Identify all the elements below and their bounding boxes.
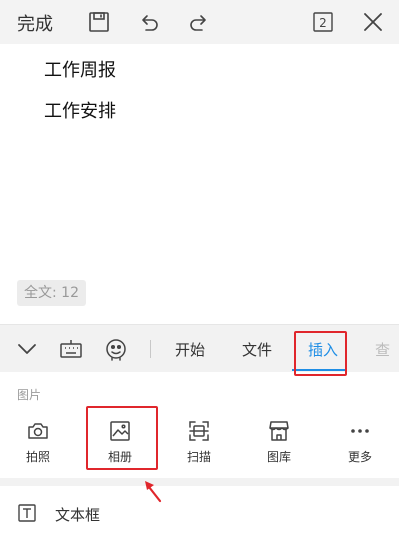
camera-icon <box>28 423 48 439</box>
toolbar-separator <box>150 340 151 358</box>
insert-camera-label: 拍照 <box>25 450 50 464</box>
insert-more-label: 更多 <box>347 450 372 464</box>
save-icon[interactable] <box>86 9 112 35</box>
insert-gallery-label: 图库 <box>266 450 291 464</box>
tab-review[interactable]: 查 <box>375 339 390 360</box>
top-bar: 完成 2 <box>0 0 399 44</box>
insert-more-button[interactable]: 更多 <box>330 416 390 466</box>
tab-file[interactable]: 文件 <box>242 339 272 360</box>
redo-icon[interactable] <box>186 9 212 35</box>
more-icon <box>351 429 369 433</box>
page-count-button[interactable]: 2 <box>310 9 336 35</box>
tab-start[interactable]: 开始 <box>175 339 205 360</box>
document-line-1[interactable]: 工作周报 <box>44 56 116 82</box>
close-icon[interactable] <box>360 9 386 35</box>
undo-icon[interactable] <box>136 9 162 35</box>
insert-camera-button[interactable]: 拍照 <box>8 416 68 466</box>
store-icon <box>269 421 289 441</box>
keyboard-icon[interactable] <box>58 336 84 362</box>
text-box-icon <box>17 503 37 523</box>
done-button[interactable]: 完成 <box>17 10 53 36</box>
panel-divider <box>0 478 399 486</box>
scan-icon <box>189 421 209 441</box>
text-box-label: 文本框 <box>55 506 101 524</box>
insert-gallery-button[interactable]: 图库 <box>249 416 309 466</box>
insert-scan-button[interactable]: 扫描 <box>169 416 229 466</box>
page-count-text: 2 <box>319 16 327 30</box>
word-count-badge: 全文: 12 <box>17 280 86 306</box>
highlight-box-insert-tab <box>294 331 347 376</box>
voice-assistant-icon[interactable] <box>103 336 129 362</box>
highlight-box-album <box>86 406 158 470</box>
insert-scan-label: 扫描 <box>186 450 211 464</box>
chevron-down-icon[interactable] <box>14 336 40 362</box>
insert-text-box-row[interactable]: 文本框 <box>0 494 399 534</box>
section-label-pictures: 图片 <box>17 388 42 402</box>
document-line-2[interactable]: 工作安排 <box>44 97 116 123</box>
